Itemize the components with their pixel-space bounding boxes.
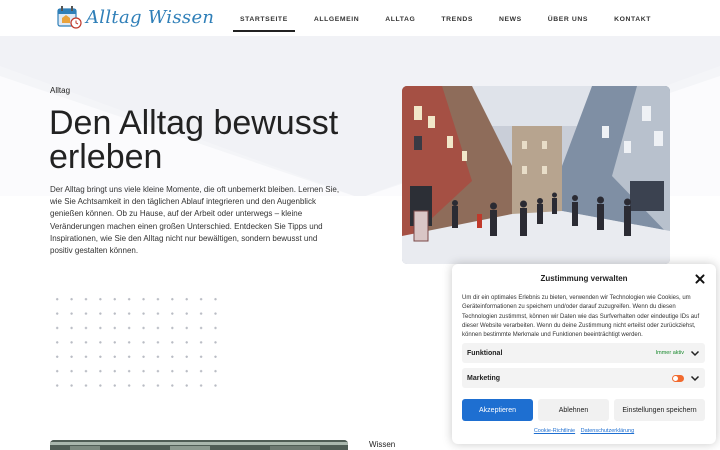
nav-item-kontakt[interactable]: KONTAKT: [601, 3, 664, 33]
calendar-house-icon: [57, 6, 82, 29]
hero-text: Der Alltag bringt uns viele kleine Momen…: [50, 185, 340, 256]
nav-item-alltag[interactable]: ALLTAG: [372, 3, 428, 33]
site-header: Alltag Wissen STARTSEITE ALLGEMEIN ALLTA…: [0, 0, 720, 36]
nav-item-news[interactable]: NEWS: [486, 3, 535, 33]
privacy-policy-link[interactable]: Datenschutzerklärung: [581, 428, 635, 434]
post-card-image[interactable]: [50, 440, 348, 450]
save-settings-button[interactable]: Einstellungen speichern: [614, 399, 705, 421]
nav-item-ueber-uns[interactable]: ÜBER UNS: [535, 3, 601, 33]
cookie-policy-link[interactable]: Cookie-Richtlinie: [534, 428, 575, 434]
accept-button[interactable]: Akzeptieren: [462, 399, 533, 421]
cookie-consent-dialog: Zustimmung verwalten Um dir ein optimale…: [452, 264, 716, 444]
category-label: Marketing: [467, 374, 501, 382]
hero-image-street-scene[interactable]: [402, 86, 670, 264]
hero-eyebrow[interactable]: Alltag: [50, 86, 70, 95]
nav-item-trends[interactable]: TRENDS: [428, 3, 486, 33]
consent-category-functional[interactable]: Funktional Immer aktiv: [462, 343, 705, 363]
close-icon[interactable]: [694, 273, 706, 285]
chevron-down-icon[interactable]: [690, 373, 700, 383]
decline-button[interactable]: Ablehnen: [538, 399, 609, 421]
consent-category-marketing[interactable]: Marketing: [462, 368, 705, 388]
consent-body-text: Um dir ein optimales Erlebnis zu bieten,…: [462, 295, 700, 339]
post-category-label[interactable]: Wissen: [369, 440, 395, 449]
consent-title: Zustimmung verwalten: [540, 274, 628, 283]
marketing-toggle[interactable]: [672, 374, 684, 382]
hero-title: Den Alltag bewusst erleben: [49, 104, 339, 176]
category-label: Funktional: [467, 349, 503, 357]
chevron-down-icon[interactable]: [690, 348, 700, 358]
always-active-status: Immer aktiv: [655, 350, 684, 356]
decorative-dot-grid: [50, 292, 226, 392]
consent-links: Cookie-Richtlinie Datenschutzerklärung: [452, 428, 716, 434]
site-logo[interactable]: Alltag Wissen: [56, 4, 214, 30]
nav-item-allgemein[interactable]: ALLGEMEIN: [301, 3, 372, 33]
main-nav: STARTSEITE ALLGEMEIN ALLTAG TRENDS NEWS …: [227, 0, 664, 36]
nav-item-startseite[interactable]: STARTSEITE: [227, 3, 301, 33]
site-name: Alltag Wissen: [86, 6, 215, 28]
